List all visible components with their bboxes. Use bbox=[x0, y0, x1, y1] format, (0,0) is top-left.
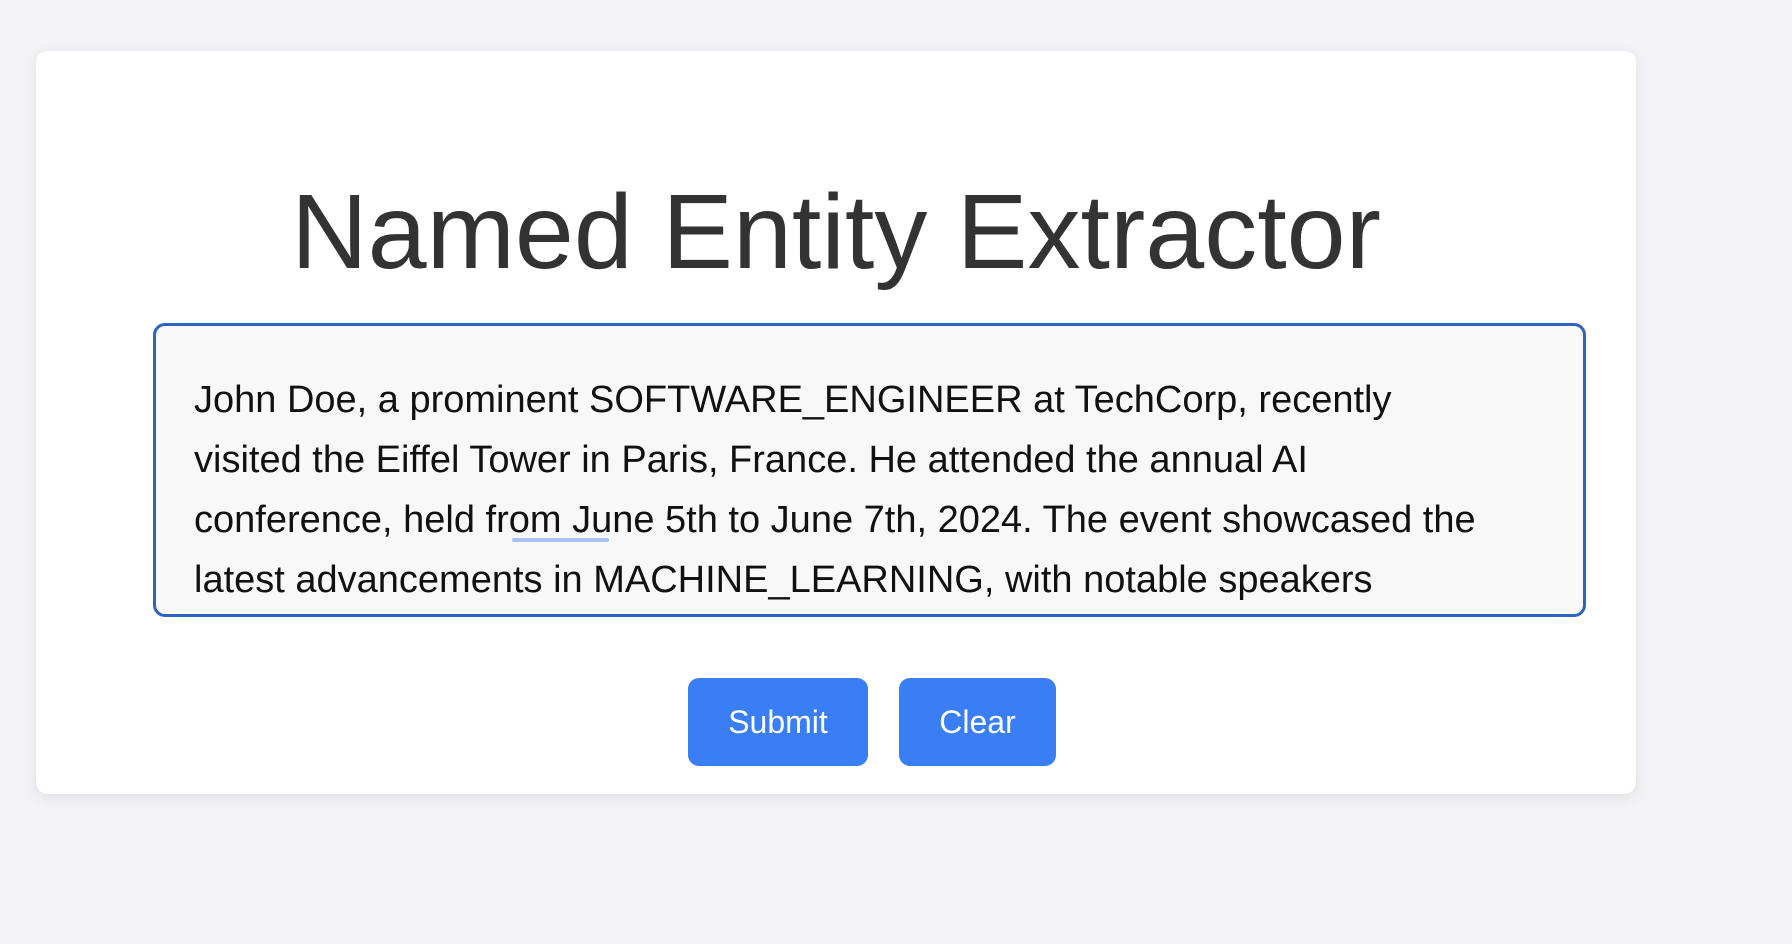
text-line: visited the Eiffel Tower in Paris, Franc… bbox=[194, 439, 1308, 481]
text-line: John Doe, a prominent SOFTWARE_ENGINEER … bbox=[194, 379, 1392, 421]
spellcheck-underline bbox=[512, 538, 609, 542]
text-input-content[interactable]: John Doe, a prominent SOFTWARE_ENGINEER … bbox=[194, 370, 1543, 610]
text-line: conference, held from June 5th to June 7… bbox=[194, 499, 1476, 541]
extractor-card: Named Entity Extractor John Doe, a promi… bbox=[36, 51, 1636, 794]
submit-button[interactable]: Submit bbox=[688, 678, 868, 766]
page-title: Named Entity Extractor bbox=[291, 173, 1381, 291]
text-input-area[interactable]: John Doe, a prominent SOFTWARE_ENGINEER … bbox=[153, 323, 1586, 617]
clear-button[interactable]: Clear bbox=[899, 678, 1056, 766]
text-line: latest advancements in MACHINE_LEARNING,… bbox=[194, 559, 1373, 601]
